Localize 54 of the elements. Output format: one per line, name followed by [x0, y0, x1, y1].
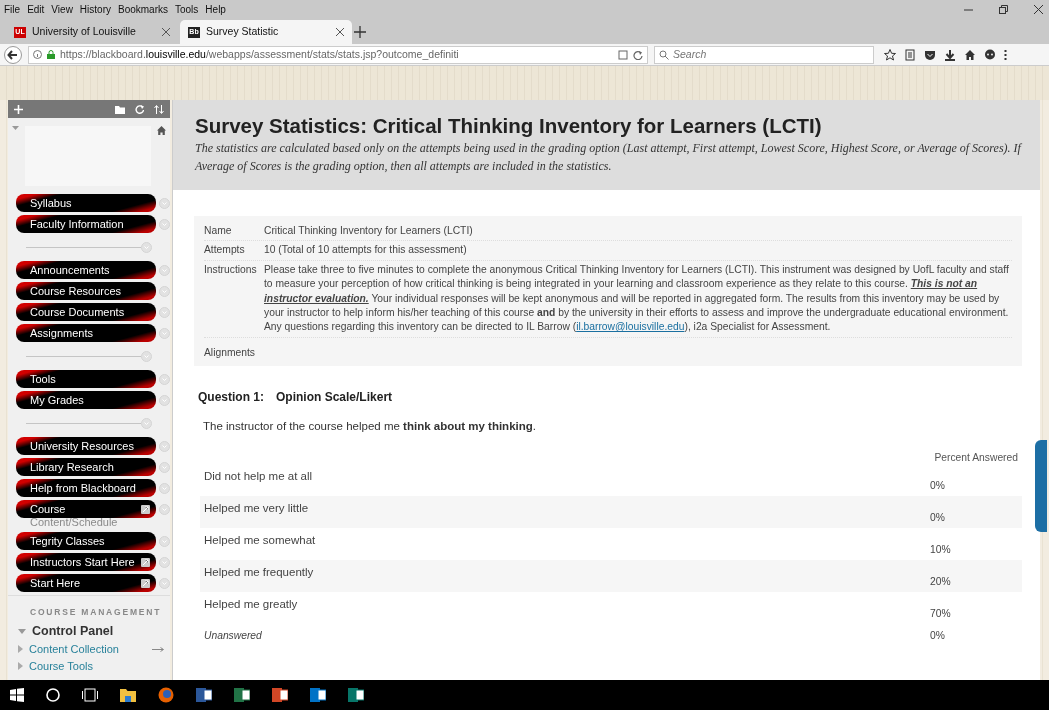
page-description: The statistics are calculated based only on the attempts being used in the grading option (Last attempt, First attempt, Lowest Score, Highest Score, or Average of Scores). If Average of Scores is the grading option, then all attempts are included in the statistics. — [195, 139, 1023, 175]
menu-link[interactable]: Tegrity Classes — [16, 532, 156, 550]
menu-link[interactable]: Course — [16, 500, 156, 518]
percent-value: 0% — [930, 510, 946, 525]
menu-link[interactable]: Course Documents — [16, 303, 156, 321]
answer-label: Helped me somewhat — [204, 532, 316, 548]
percent-value: 10% — [930, 542, 952, 557]
question-number: Question 1: — [198, 389, 264, 407]
page-title: Survey Statistics: Critical Thinking Inventory for Learners (LCTI) — [195, 114, 823, 139]
question-prompt: The instructor of the course helped me think about my thinking. — [203, 419, 537, 435]
control-panel-label[interactable]: Control Panel — [32, 623, 114, 639]
menu-link[interactable]: Announcements — [16, 261, 156, 279]
search-field[interactable]: Search — [654, 45, 874, 64]
menu-item[interactable]: View — [51, 1, 73, 17]
sidebar-link[interactable]: Course Tools — [29, 659, 164, 673]
column-header: Percent Answered — [933, 450, 1019, 464]
answer-label: Helped me greatly — [204, 596, 298, 612]
menu-link[interactable]: Course Resources — [16, 282, 156, 300]
menu-item[interactable]: Help — [205, 1, 226, 17]
answer-label: Did not help me at all — [204, 468, 313, 484]
percent-value: 0% — [930, 478, 946, 493]
detail-label: Alignments — [204, 345, 256, 360]
menu-link[interactable]: Faculty Information — [16, 215, 156, 233]
section-heading: COURSE MANAGEMENT — [30, 606, 163, 618]
detail-value: Critical Thinking Inventory for Learners (LCTI) — [264, 224, 474, 238]
menu-link-overflow-text: Content/Schedule — [30, 516, 118, 529]
detail-value: 10 (Total of 10 attempts for this assessment) — [264, 243, 468, 258]
menu-link[interactable]: Instructors Start Here — [16, 553, 156, 571]
menu-item[interactable]: History — [79, 1, 111, 17]
menu-link[interactable]: Help from Blackboard — [16, 479, 156, 497]
percent-value: 20% — [930, 574, 952, 589]
question-type: Opinion Scale/Likert — [276, 389, 393, 407]
detail-label: Instructions — [204, 262, 258, 277]
answer-label: Unanswered — [204, 628, 262, 643]
menu-item[interactable]: File — [4, 1, 21, 17]
menu-item[interactable]: Bookmarks — [118, 1, 168, 17]
detail-label: Attempts — [204, 243, 246, 258]
menu-link[interactable]: My Grades — [16, 391, 156, 409]
percent-value: 0% — [930, 628, 946, 643]
menu-link[interactable]: Assignments — [16, 324, 156, 342]
answer-label: Helped me frequently — [204, 564, 314, 580]
menu-item[interactable]: Tools — [175, 1, 199, 17]
detail-label: Name — [204, 224, 233, 238]
sidebar-link[interactable]: Content Collection — [29, 642, 146, 656]
menu-item[interactable]: Edit — [27, 1, 45, 17]
menu-link[interactable]: University Resources — [16, 437, 156, 455]
percent-value: 70% — [930, 606, 952, 621]
menu-link[interactable]: Tools — [16, 370, 156, 388]
answer-label: Helped me very little — [204, 500, 309, 516]
menu-link[interactable]: Start Here — [16, 574, 156, 592]
menu-link[interactable]: Syllabus — [16, 194, 156, 212]
detail-value: Please take three to five minutes to complete the anonymous Critical Thinking Inventory for Learners (LCTI). This instrument was designed by UofL faculty and staff to measure your perception of how critical thinking is being integrated in your learning and classroom experience as they relate to this course. This is not an instructor evaluation. Your individual responses will be kept anonymous and will be reported in aggregated form. The results from this inventory may be used by your instructor to help inform his/her teaching of this course and by the university in their efforts to assess and improve the undergraduate educational environment. Any questions regarding this inventory can be directed to IL Barrow (il.barrow@louisville.edu), i2a Specialist for Assessment. — [264, 262, 1010, 335]
menu-link[interactable]: Library Research — [16, 458, 156, 476]
email-link[interactable]: il.barrow@louisville.edu — [576, 321, 685, 333]
